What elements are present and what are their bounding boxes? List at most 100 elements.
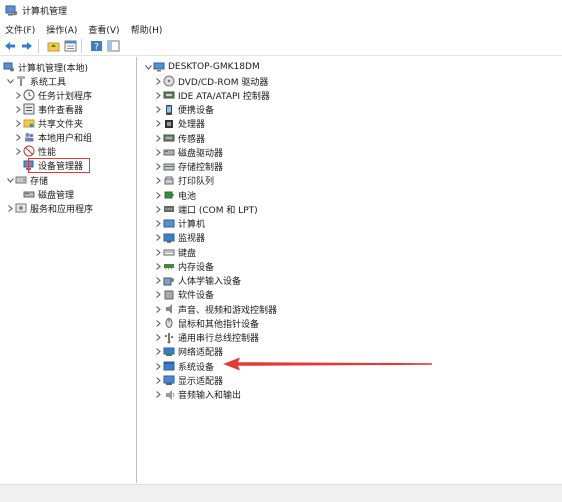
tree-item-computer-management[interactable]: 计算机管理(本地) xyxy=(3,60,88,74)
properties-icon[interactable] xyxy=(63,39,77,53)
device-category-item[interactable]: 传感器 xyxy=(153,131,205,145)
help-icon[interactable]: ? xyxy=(89,39,103,53)
menu-view[interactable]: 查看(V) xyxy=(83,23,125,36)
chevron-right-icon[interactable] xyxy=(153,145,163,159)
device-category-label: 端口 (COM 和 LPT) xyxy=(178,205,258,216)
chevron-right-icon[interactable] xyxy=(153,245,163,259)
toolbar-separator xyxy=(38,39,39,53)
console-tree-icon[interactable] xyxy=(106,39,120,53)
device-category-item[interactable]: 鼠标和其他指针设备 xyxy=(153,316,259,330)
chevron-right-icon[interactable] xyxy=(153,302,163,316)
tree-item-task-scheduler[interactable]: 任务计划程序 xyxy=(13,88,92,102)
device-category-item[interactable]: 音频输入和输出 xyxy=(153,388,241,402)
chevron-right-icon[interactable] xyxy=(153,188,163,202)
device-category-item[interactable]: 存储控制器 xyxy=(153,160,223,174)
forward-arrow-icon[interactable] xyxy=(20,39,34,53)
device-category-item[interactable]: 人体学输入设备 xyxy=(153,274,241,288)
chevron-down-icon[interactable] xyxy=(5,173,15,187)
device-category-item[interactable]: 电池 xyxy=(153,188,196,202)
menu-help[interactable]: 帮助(H) xyxy=(126,23,169,36)
device-category-item[interactable]: 监视器 xyxy=(153,231,205,245)
chevron-right-icon[interactable] xyxy=(153,202,163,216)
chevron-right-icon[interactable] xyxy=(153,259,163,273)
device-category-item[interactable]: 声音、视频和游戏控制器 xyxy=(153,302,277,316)
window-title: 计算机管理 xyxy=(22,6,68,17)
device-category-label: 电池 xyxy=(178,191,197,202)
chevron-down-icon[interactable] xyxy=(143,60,153,74)
chevron-down-icon[interactable] xyxy=(5,74,15,88)
chevron-right-icon[interactable] xyxy=(13,144,23,158)
display-adapter-icon xyxy=(163,374,175,386)
device-category-label: 声音、视频和游戏控制器 xyxy=(178,305,278,316)
device-category-label: 人体学输入设备 xyxy=(178,277,242,287)
device-category-item[interactable]: DVD/CD-ROM 驱动器 xyxy=(153,74,268,88)
device-category-item[interactable]: 软件设备 xyxy=(153,288,214,302)
menu-bar: 文件(F) 操作(A) 查看(V) 帮助(H) xyxy=(0,21,562,37)
device-category-item[interactable]: 内存设备 xyxy=(153,259,214,273)
chevron-right-icon[interactable] xyxy=(5,201,15,215)
tree-label: 计算机管理(本地) xyxy=(18,63,89,74)
chevron-right-icon[interactable] xyxy=(153,117,163,131)
device-category-item[interactable]: 系统设备 xyxy=(153,359,214,373)
chevron-right-icon[interactable] xyxy=(13,116,23,130)
computer-name: DESKTOP-GMK18DM xyxy=(168,62,260,72)
chevron-right-icon[interactable] xyxy=(153,88,163,102)
up-folder-icon[interactable] xyxy=(46,39,60,53)
battery-icon xyxy=(163,189,175,201)
chevron-right-icon[interactable] xyxy=(153,217,163,231)
computer-management-icon xyxy=(3,61,15,73)
device-category-item[interactable]: 便携设备 xyxy=(153,103,214,117)
chevron-right-icon[interactable] xyxy=(153,274,163,288)
disk-drive-icon xyxy=(163,146,175,158)
device-category-label: 计算机 xyxy=(178,220,206,230)
tree-item-storage[interactable]: 存储 xyxy=(5,173,48,187)
device-category-item[interactable]: 磁盘驱动器 xyxy=(153,145,223,159)
chevron-right-icon[interactable] xyxy=(153,231,163,245)
tree-item-event-viewer[interactable]: 事件查看器 xyxy=(13,102,83,116)
chevron-right-icon[interactable] xyxy=(153,373,163,387)
menu-action[interactable]: 操作(A) xyxy=(41,23,83,36)
device-tree-pane: DESKTOP-GMK18DM DVD/CD-ROM 驱动器 IDE ATA/AT… xyxy=(138,57,562,483)
device-category-item[interactable]: 显示适配器 xyxy=(153,373,223,387)
device-category-item[interactable]: 键盘 xyxy=(153,245,196,259)
device-category-label: 内存设备 xyxy=(178,262,215,273)
chevron-right-icon[interactable] xyxy=(13,88,23,102)
chevron-right-icon[interactable] xyxy=(153,160,163,174)
toolbar-separator xyxy=(81,39,82,53)
chevron-right-icon[interactable] xyxy=(153,359,163,373)
device-category-item[interactable]: IDE ATA/ATAPI 控制器 xyxy=(153,88,270,102)
chevron-right-icon[interactable] xyxy=(153,131,163,145)
menu-file[interactable]: 文件(F) xyxy=(0,23,41,36)
chevron-right-icon[interactable] xyxy=(13,130,23,144)
tree-item-shared-folders[interactable]: 共享文件夹 xyxy=(13,116,83,130)
device-category-item[interactable]: 通用串行总线控制器 xyxy=(153,331,259,345)
sensor-icon xyxy=(163,132,175,144)
chevron-right-icon[interactable] xyxy=(153,316,163,330)
tree-item-performance[interactable]: 性能 xyxy=(13,144,56,158)
device-category-item[interactable]: 处理器 xyxy=(153,117,205,131)
chevron-right-icon[interactable] xyxy=(153,388,163,402)
device-tree-root[interactable]: DESKTOP-GMK18DM xyxy=(143,60,260,74)
device-category-item[interactable]: 端口 (COM 和 LPT) xyxy=(153,202,258,216)
device-category-item[interactable]: 计算机 xyxy=(153,217,205,231)
chevron-right-icon[interactable] xyxy=(153,288,163,302)
network-adapter-icon xyxy=(163,346,175,358)
device-category-item[interactable]: 打印队列 xyxy=(153,174,214,188)
chevron-right-icon[interactable] xyxy=(153,174,163,188)
chevron-right-icon[interactable] xyxy=(153,74,163,88)
device-category-label: 鼠标和其他指针设备 xyxy=(178,319,260,330)
tree-item-services-applications[interactable]: 服务和应用程序 xyxy=(5,201,93,215)
keyboard-icon xyxy=(163,246,175,258)
tree-item-system-tools[interactable]: 系统工具 xyxy=(5,74,66,88)
chevron-right-icon[interactable] xyxy=(153,345,163,359)
chevron-right-icon[interactable] xyxy=(153,103,163,117)
chevron-right-icon[interactable] xyxy=(153,331,163,345)
tree-item-local-users-groups[interactable]: 本地用户和组 xyxy=(13,130,92,144)
software-device-icon xyxy=(163,289,175,301)
chevron-right-icon[interactable] xyxy=(13,102,23,116)
tree-item-disk-management[interactable]: 磁盘管理 xyxy=(23,187,74,201)
device-category-item[interactable]: 网络适配器 xyxy=(153,345,223,359)
red-arrow-annotation xyxy=(223,357,432,371)
back-arrow-icon[interactable] xyxy=(3,39,17,53)
tools-icon xyxy=(15,75,27,87)
